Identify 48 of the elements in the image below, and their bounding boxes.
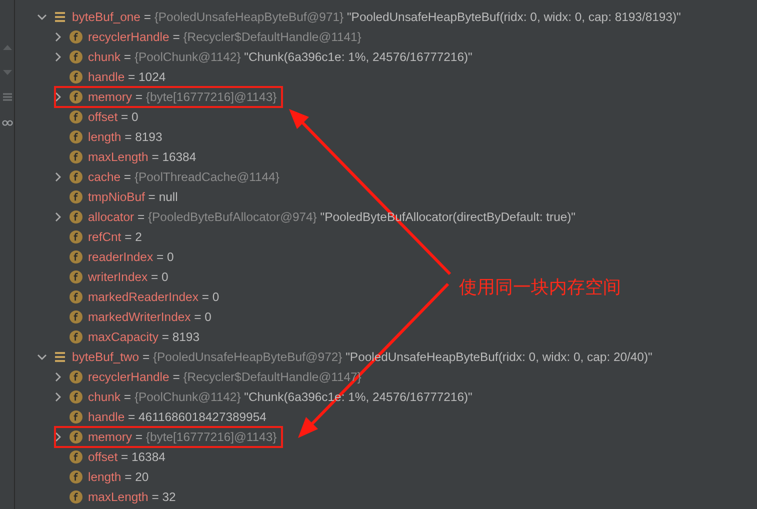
field-icon [69,130,83,144]
glasses-icon[interactable] [2,117,12,128]
field-icon [69,270,83,284]
variable-entry[interactable]: memory = {byte[16777216]@1143} [88,430,277,444]
variable-entry[interactable]: offset = 0 [88,110,138,124]
field-icon [69,90,83,104]
field-icon [69,390,83,404]
field-icon [69,450,83,464]
field-icon [69,410,83,424]
variable-entry[interactable]: handle = 4611686018427389954 [88,410,266,424]
variable-entry[interactable]: markedWriterIndex = 0 [88,310,212,324]
variable-entry[interactable]: recyclerHandle = {Recycler$DefaultHandle@1141} [88,30,362,44]
variable-entry[interactable]: maxLength = 32 [88,490,176,504]
field-icon [69,210,83,224]
annotation-text: 使用同一块内存空间 [459,276,621,299]
field-icon [69,250,83,264]
variable-entry[interactable]: readerIndex = 0 [88,250,174,264]
field-icon [69,490,83,504]
field-icon [69,110,83,124]
field-icon [69,30,83,44]
variable-entry[interactable]: length = 20 [88,470,149,484]
field-icon [69,470,83,484]
field-icon [69,310,83,324]
variable-entry[interactable]: offset = 16384 [88,450,166,464]
variable-entry[interactable]: markedReaderIndex = 0 [88,290,220,304]
field-icon [69,290,83,304]
variable-entry[interactable]: writerIndex = 0 [88,270,168,284]
variable-entry[interactable]: maxCapacity = 8193 [88,330,200,344]
field-icon [69,150,83,164]
field-icon [69,190,83,204]
field-icon [69,50,83,64]
field-icon [69,430,83,444]
field-icon [69,70,83,84]
variable-entry[interactable]: chunk = {PoolChunk@1142} "Chunk(6a396c1e: 1%, 24576/16777216)" [88,50,472,64]
variable-entry[interactable]: cache = {PoolThreadCache@1144} [88,170,280,184]
variable-entry[interactable]: refCnt = 2 [88,230,142,244]
list-icon [53,350,67,364]
list-icon [53,10,67,24]
variable-entry[interactable]: maxLength = 16384 [88,150,196,164]
field-icon [69,370,83,384]
variable-entry[interactable]: byteBuf_one = {PooledUnsafeHeapByteBuf@971} "PooledUnsafeHeapByteBuf(ridx: 0, widx: 0, cap: 8193/8193)" [72,10,681,24]
field-icon [69,230,83,244]
variable-entry[interactable]: memory = {byte[16777216]@1143} [88,90,277,104]
variable-entry[interactable]: tmpNioBuf = null [88,190,178,204]
field-icon [69,170,83,184]
variable-entry[interactable]: length = 8193 [88,130,162,144]
field-icon [69,330,83,344]
variable-entry[interactable]: handle = 1024 [88,70,166,84]
